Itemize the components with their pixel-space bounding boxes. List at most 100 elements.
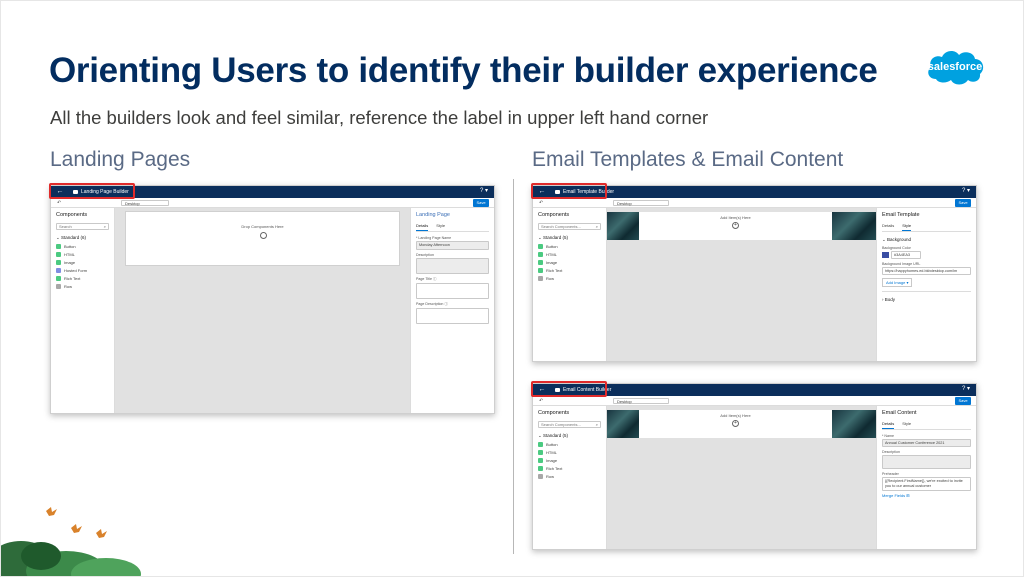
standard-group[interactable]: ⌄ Standard (5)	[538, 433, 601, 439]
component-image[interactable]: Image	[56, 260, 109, 265]
properties-tabs: Details Style	[882, 421, 971, 430]
email-templates-heading: Email Templates & Email Content	[532, 148, 844, 171]
component-rich-text[interactable]: Rich Text	[538, 268, 601, 273]
component-row[interactable]: Row	[538, 474, 601, 479]
help-icon[interactable]: ? ▾	[962, 187, 970, 194]
background-section[interactable]: ⌄ Background	[882, 237, 971, 243]
search-icon: ⌕	[103, 224, 106, 229]
tab-style[interactable]: Style	[436, 223, 445, 231]
component-rich-text[interactable]: Rich Text	[538, 466, 601, 471]
page-title-label: Page Title ⓘ	[416, 277, 437, 281]
email-content-builder-screenshot: ← Email Content Builder ? ▾ ↶ Desktop Sa…	[532, 383, 977, 550]
landing-label-highlight	[49, 183, 135, 199]
component-html[interactable]: HTML	[538, 450, 601, 455]
help-icon[interactable]: ? ▾	[480, 187, 488, 194]
drop-target-icon	[259, 232, 267, 239]
builder-toolbar: ↶ Desktop Save	[533, 198, 976, 208]
components-title: Components	[538, 410, 570, 416]
landing-pages-heading: Landing Pages	[50, 148, 191, 171]
builder-canvas[interactable]: Add Item(s) Here +	[607, 208, 876, 361]
tab-details[interactable]: Details	[882, 223, 894, 231]
builder-canvas[interactable]: Add Item(s) Here +	[607, 406, 876, 549]
component-button[interactable]: Button	[538, 442, 601, 447]
description-field[interactable]	[882, 455, 971, 469]
tab-details[interactable]: Details	[882, 421, 895, 429]
bg-color-field[interactable]: #3A4EA3	[891, 251, 921, 259]
component-html[interactable]: HTML	[56, 252, 109, 257]
landing-page-builder-screenshot: ← Landing Page Builder ? ▾ ↶ Desktop Sav…	[50, 185, 495, 414]
builder-canvas[interactable]: Drop Components Here	[115, 208, 410, 413]
page-name-label: * Landing Page Name	[416, 236, 452, 240]
save-button[interactable]: Save	[473, 199, 489, 207]
butterfly-icon	[46, 507, 57, 516]
merge-fields-link[interactable]: Merge Fields ⊞	[882, 493, 971, 498]
component-image[interactable]: Image	[538, 458, 601, 463]
component-row[interactable]: Row	[538, 276, 601, 281]
page-name-field[interactable]: Monday Afternoon	[416, 241, 489, 250]
preheader-field[interactable]: {{Recipient.FirstName}}, we're excited t…	[882, 477, 971, 491]
properties-panel: Landing Page Details Style * Landing Pag…	[410, 208, 494, 413]
undo-icon[interactable]: ↶	[539, 200, 543, 206]
undo-icon[interactable]: ↶	[57, 200, 61, 206]
drop-zone[interactable]: Drop Components Here	[125, 211, 400, 266]
email-row[interactable]: Add Item(s) Here +	[639, 212, 832, 240]
component-image[interactable]: Image	[538, 260, 601, 265]
description-label: Description	[416, 253, 434, 257]
properties-title: Landing Page	[416, 212, 450, 218]
page-description-field[interactable]	[416, 308, 489, 324]
butterfly-icon	[71, 524, 82, 533]
add-item-text: Add Item(s) Here	[720, 413, 751, 418]
header-image-left	[607, 410, 639, 438]
properties-title: Email Template	[882, 212, 920, 218]
component-html[interactable]: HTML	[538, 252, 601, 257]
page-description-label: Page Description ⓘ	[416, 302, 448, 306]
add-item-text: Add Item(s) Here	[720, 215, 751, 220]
component-button[interactable]: Button	[538, 244, 601, 249]
components-panel: Components Search Components... ⌕ ⌄ Stand…	[533, 208, 607, 361]
header-image-left	[607, 212, 639, 240]
component-button[interactable]: Button	[56, 244, 109, 249]
email-row[interactable]: Add Item(s) Here +	[639, 410, 832, 438]
components-search-input[interactable]: Search Components... ⌕	[538, 421, 601, 428]
tab-style[interactable]: Style	[902, 223, 912, 231]
page-title-field[interactable]	[416, 283, 489, 299]
butterfly-icon	[96, 529, 107, 538]
device-select[interactable]: Desktop	[613, 398, 669, 404]
components-panel: Components Search Components... ⌕ ⌄ Stand…	[533, 406, 607, 549]
properties-panel: Email Template Details Style ⌄ Backgroun…	[876, 208, 976, 361]
name-field[interactable]: Annual Customer Conference 2021	[882, 439, 971, 447]
standard-group[interactable]: ⌄ Standard (6)	[56, 235, 109, 241]
device-select[interactable]: Desktop	[121, 200, 169, 206]
drop-zone-text: Drop Components Here	[241, 224, 284, 229]
components-search-input[interactable]: Search Components... ⌕	[538, 223, 601, 230]
save-button[interactable]: Save	[955, 397, 971, 405]
device-select[interactable]: Desktop	[613, 200, 669, 206]
preheader-label: Preheader	[882, 472, 899, 476]
builder-toolbar: ↶ Desktop Save	[51, 198, 494, 208]
add-item-icon[interactable]: +	[732, 420, 739, 427]
salesforce-logo: salesforce	[924, 45, 986, 89]
body-section[interactable]: › Body	[882, 297, 971, 302]
add-image-button[interactable]: Add Image ▾	[882, 278, 913, 287]
help-icon[interactable]: ? ▾	[962, 385, 970, 392]
name-label: * Name	[882, 434, 894, 438]
standard-group[interactable]: ⌄ Standard (5)	[538, 235, 601, 241]
template-label-highlight	[531, 183, 607, 199]
component-row[interactable]: Row	[56, 284, 109, 289]
color-swatch[interactable]	[882, 252, 889, 258]
bg-image-field[interactable]: https://happyhomes.ed.bkbdesktop.com/im	[882, 267, 971, 275]
save-button[interactable]: Save	[955, 199, 971, 207]
undo-icon[interactable]: ↶	[539, 398, 543, 404]
component-rich-text[interactable]: Rich Text	[56, 276, 109, 281]
bg-image-label: Background Image URL	[882, 262, 921, 266]
description-field[interactable]	[416, 258, 489, 274]
tab-style[interactable]: Style	[902, 421, 911, 429]
bg-color-picker[interactable]: #3A4EA3	[882, 251, 971, 259]
components-search-input[interactable]: Search ⌕	[56, 223, 109, 230]
properties-panel: Email Content Details Style * Name Annua…	[876, 406, 976, 549]
tab-details[interactable]: Details	[416, 223, 429, 231]
properties-tabs: Details Style	[416, 223, 489, 232]
component-hosted-form[interactable]: Hosted Form	[56, 268, 109, 273]
bg-color-label: Background Color	[882, 246, 911, 250]
add-item-icon[interactable]: +	[732, 222, 739, 229]
